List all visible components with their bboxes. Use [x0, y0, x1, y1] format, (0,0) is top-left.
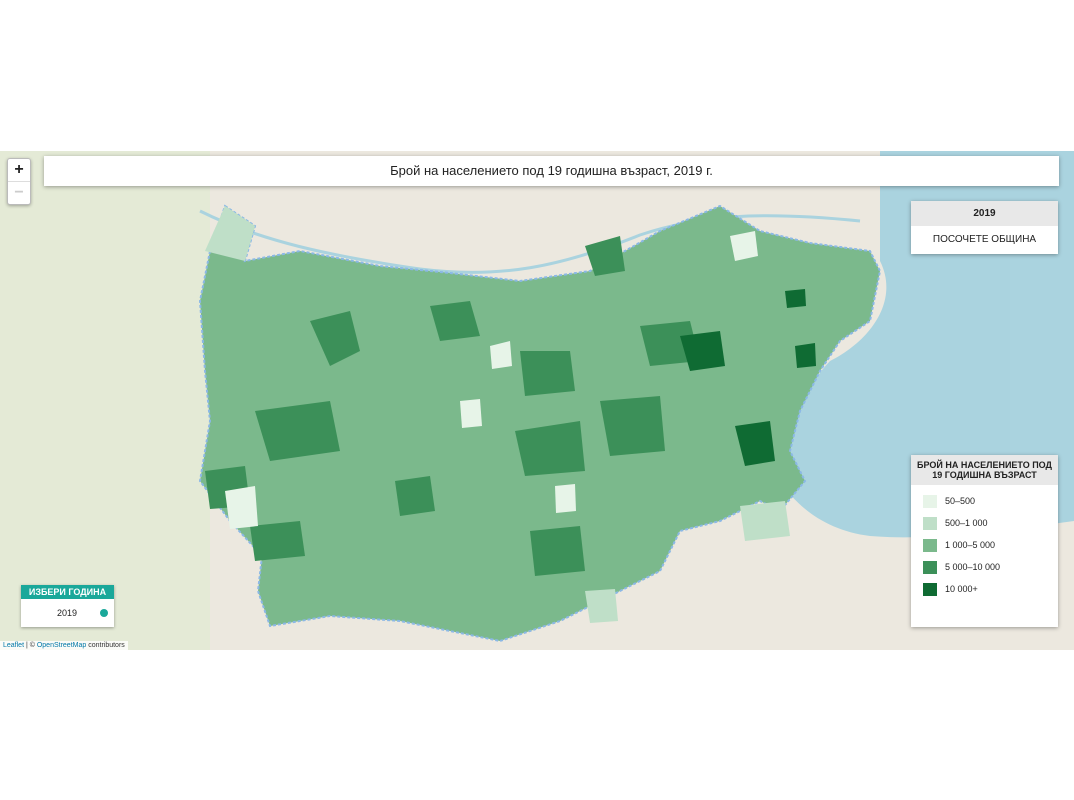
legend-label: 500–1 000 — [945, 518, 988, 528]
info-year: 2019 — [911, 201, 1058, 226]
legend: БРОЙ НА НАСЕЛЕНИЕТО ПОД 19 ГОДИШНА ВЪЗРА… — [911, 455, 1058, 627]
municipality[interactable] — [530, 526, 585, 576]
municipality[interactable] — [395, 476, 435, 516]
municipality[interactable] — [730, 231, 758, 261]
legend-title: БРОЙ НА НАСЕЛЕНИЕТО ПОД 19 ГОДИШНА ВЪЗРА… — [911, 455, 1058, 485]
municipality[interactable] — [740, 501, 790, 541]
zoom-out-button[interactable]: − — [8, 181, 30, 204]
year-selector-label: ИЗБЕРИ ГОДИНА — [21, 585, 114, 599]
osm-link[interactable]: OpenStreetMap — [37, 642, 86, 649]
legend-label: 10 000+ — [945, 584, 978, 594]
leaflet-link[interactable]: Leaflet — [3, 642, 24, 649]
year-selector[interactable]: ИЗБЕРИ ГОДИНА 2019 — [21, 585, 114, 627]
municipality[interactable] — [585, 589, 618, 623]
legend-swatch — [923, 517, 937, 530]
zoom-control: + − — [7, 158, 31, 205]
info-hint: ПОСОЧЕТЕ ОБЩИНА — [932, 234, 1037, 245]
municipality[interactable] — [255, 401, 340, 461]
map-container[interactable]: + − Брой на населението под 19 годишна в… — [0, 151, 1074, 650]
map-attribution: Leaflet | © OpenStreetMap contributors — [0, 641, 128, 650]
attribution-tail: contributors — [86, 642, 125, 649]
legend-swatch — [923, 539, 937, 552]
legend-swatch — [923, 561, 937, 574]
legend-swatch — [923, 495, 937, 508]
municipality[interactable] — [250, 521, 305, 561]
zoom-in-button[interactable]: + — [8, 159, 30, 181]
map-title: Брой на населението под 19 годишна възра… — [44, 156, 1059, 186]
municipality[interactable] — [490, 341, 512, 369]
radio-dot-icon[interactable] — [100, 609, 108, 617]
municipality[interactable] — [795, 343, 816, 368]
municipality[interactable] — [225, 486, 258, 529]
legend-item: 500–1 000 — [923, 513, 1058, 535]
legend-item: 5 000–10 000 — [923, 557, 1058, 579]
legend-item: 50–500 — [923, 491, 1058, 513]
municipality[interactable] — [460, 399, 482, 428]
legend-label: 1 000–5 000 — [945, 540, 996, 550]
attribution-separator: | © — [24, 642, 37, 649]
legend-label: 5 000–10 000 — [945, 562, 1001, 572]
legend-item: 10 000+ — [923, 579, 1058, 601]
legend-label: 50–500 — [945, 496, 976, 506]
municipality[interactable] — [785, 289, 806, 308]
year-selector-value[interactable]: 2019 — [21, 599, 114, 627]
municipality[interactable] — [520, 351, 575, 396]
land-west — [0, 151, 210, 650]
municipality[interactable] — [600, 396, 665, 456]
legend-item: 1 000–5 000 — [923, 535, 1058, 557]
year-selector-text: 2019 — [57, 608, 78, 618]
legend-swatch — [923, 583, 937, 596]
info-panel: 2019 ПОСОЧЕТЕ ОБЩИНА — [911, 201, 1058, 254]
municipality[interactable] — [555, 484, 576, 513]
